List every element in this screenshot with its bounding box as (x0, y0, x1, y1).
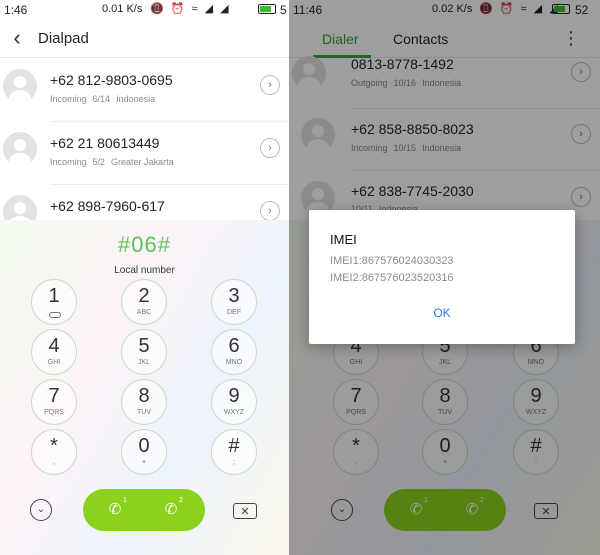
key-0[interactable]: 0 + (121, 429, 167, 475)
call-meta: Incoming 5/2 Greater Jakarta (50, 157, 174, 167)
app-header: ‹ Dialpad (0, 20, 289, 58)
key-9[interactable]: 9 WXYZ (211, 379, 257, 425)
key-5[interactable]: 5 JKL (121, 329, 167, 375)
voicemail-icon (49, 312, 61, 318)
key-star[interactable]: *, (31, 429, 77, 475)
battery-level: 5 (280, 3, 287, 17)
status-time: 1:46 (4, 3, 28, 17)
collapse-dialpad-icon[interactable]: ⌄ (30, 499, 52, 521)
call-button-group[interactable]: ✆ 1 ✆ 2 (83, 489, 205, 531)
ok-button[interactable]: OK (309, 306, 575, 320)
call-number: +62 21 80613449 (50, 135, 160, 151)
status-bar: 1:46 0.01 K/s 📵 ⏰ ≈ ◢ ◢ 5 (0, 0, 289, 20)
chevron-right-icon[interactable]: › (260, 201, 280, 221)
key-6[interactable]: 6 MNO (211, 329, 257, 375)
avatar-icon (3, 132, 37, 166)
dialog-title: IMEI (330, 232, 357, 247)
dialed-number[interactable]: #06# (0, 232, 289, 258)
dialer-screen: 11:46 0.02 K/s 📵 ⏰ ≈ ◢ ◢ 52 Dialer Conta… (289, 0, 600, 555)
sim2-label: 2 (179, 497, 183, 504)
phone-icon[interactable]: ✆ (105, 500, 125, 520)
number-location-label: Local number (114, 265, 175, 276)
key-8[interactable]: 8 TUV (121, 379, 167, 425)
chevron-right-icon[interactable]: › (260, 138, 280, 158)
phone-icon[interactable]: ✆ (161, 500, 181, 520)
dialpad-panel: #06# Local number 1 2 ABC 3 DEF 4 GHI 5 JKL … (0, 220, 289, 555)
chevron-right-icon[interactable]: › (260, 75, 280, 95)
call-meta: Incoming 6/14 Indonesia (50, 94, 156, 104)
call-log-row[interactable]: +62 812-9803-0695 Incoming 6/14 Indonesia … (0, 59, 289, 122)
call-log-row[interactable]: +62 21 80613449 Incoming 5/2 Greater Jakar… (0, 122, 289, 185)
key-7[interactable]: 7 PQRS (31, 379, 77, 425)
backspace-icon[interactable]: ✕ (233, 503, 257, 519)
key-4[interactable]: 4 GHI (31, 329, 77, 375)
imei1-value: IMEI1:867576024030323 (330, 255, 454, 267)
back-arrow-icon[interactable]: ‹ (4, 24, 30, 52)
key-1[interactable]: 1 (31, 279, 77, 325)
key-2[interactable]: 2 ABC (121, 279, 167, 325)
imei2-value: IMEI2:867576023520316 (330, 272, 454, 284)
battery-icon (258, 4, 276, 14)
sim1-label: 1 (123, 497, 127, 504)
status-icons: 📵 ⏰ ≈ ◢ ◢ (150, 3, 231, 15)
avatar-icon (3, 69, 37, 103)
key-hash[interactable]: #; (211, 429, 257, 475)
imei-dialog: IMEI IMEI1:867576024030323 IMEI2:8675760… (309, 210, 575, 344)
dialpad-screen: 1:46 0.01 K/s 📵 ⏰ ≈ ◢ ◢ 5 ‹ Dialpad +62 … (0, 0, 289, 555)
call-number: +62 812-9803-0695 (50, 72, 173, 88)
network-speed: 0.01 K/s (102, 3, 143, 15)
call-number: +62 898-7960-617 (50, 198, 165, 214)
page-title: Dialpad (38, 30, 89, 47)
key-3[interactable]: 3 DEF (211, 279, 257, 325)
